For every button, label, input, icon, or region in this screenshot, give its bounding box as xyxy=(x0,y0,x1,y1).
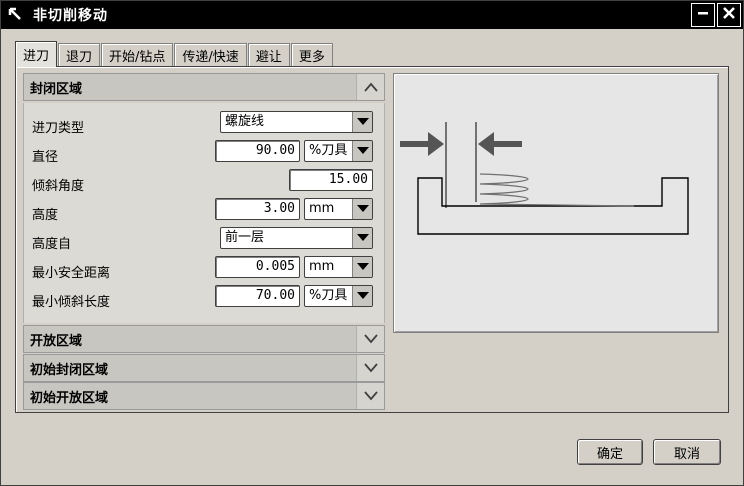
section-closed-area-body: 进刀类型 螺旋线 直径 90.00 %刀具 倾斜角度 15.00 高度 3.00… xyxy=(23,103,385,323)
tab-start-drill-point[interactable]: 开始/钻点 xyxy=(101,43,174,67)
row-ramp-angle: 倾斜角度 15.00 xyxy=(24,169,386,198)
section-initial-open-area-header[interactable]: 初始开放区域 xyxy=(23,382,385,410)
section-title: 封闭区域 xyxy=(30,81,83,97)
height-input[interactable]: 3.00 xyxy=(215,198,300,220)
entry-type-value: 螺旋线 xyxy=(225,114,265,129)
helical-entry-diagram xyxy=(400,122,689,235)
tab-retract[interactable]: 退刀 xyxy=(58,43,101,67)
tab-bar: 进刀 退刀 开始/钻点 传递/快速 避让 更多 xyxy=(15,41,334,67)
dropdown-arrow-icon[interactable] xyxy=(352,112,372,132)
min-clearance-input[interactable]: 0.005 xyxy=(215,256,300,278)
dropdown-arrow-icon[interactable] xyxy=(352,257,372,277)
chevron-up-icon[interactable] xyxy=(356,74,384,100)
section-open-area-header[interactable]: 开放区域 xyxy=(23,325,385,353)
height-from-select[interactable]: 前一层 xyxy=(220,227,373,249)
diameter-arrow-left xyxy=(400,132,444,156)
label-min-ramp-length: 最小倾斜长度 xyxy=(32,295,111,310)
close-button[interactable] xyxy=(717,3,741,27)
row-min-ramp-length: 最小倾斜长度 70.00 %刀具 xyxy=(24,285,386,314)
min-ramp-length-input[interactable]: 70.00 xyxy=(215,285,300,307)
section-title: 初始开放区域 xyxy=(30,390,109,406)
tab-more[interactable]: 更多 xyxy=(290,43,333,67)
label-diameter: 直径 xyxy=(32,150,59,165)
tab-transfer-rapid[interactable]: 传递/快速 xyxy=(174,43,247,67)
non-cutting-moves-dialog: 非切削移动 进刀 退刀 开始/钻点 传递/快速 避让 更多 封闭区域 进刀类型 … xyxy=(0,0,744,486)
section-closed-area-header[interactable]: 封闭区域 xyxy=(23,73,385,101)
diameter-arrow-right xyxy=(478,132,522,156)
entry-type-select[interactable]: 螺旋线 xyxy=(220,111,373,133)
pocket-outline xyxy=(417,177,689,235)
min-ramp-length-unit-value: %刀具 xyxy=(309,288,348,303)
row-height: 高度 3.00 mm xyxy=(24,198,386,227)
dropdown-arrow-icon[interactable] xyxy=(352,286,372,306)
window-title: 非切削移动 xyxy=(33,8,108,24)
helix-path xyxy=(479,173,635,207)
chevron-down-icon[interactable] xyxy=(356,355,384,381)
section-initial-closed-area-header[interactable]: 初始封闭区域 xyxy=(23,354,385,382)
cancel-button[interactable]: 取消 xyxy=(653,439,721,465)
label-height-from: 高度自 xyxy=(32,237,72,252)
ok-button[interactable]: 确定 xyxy=(577,439,643,465)
ramp-angle-input[interactable]: 15.00 xyxy=(289,169,373,191)
label-ramp-angle: 倾斜角度 xyxy=(32,179,85,194)
min-clearance-unit-select[interactable]: mm xyxy=(304,256,373,278)
minimize-button[interactable] xyxy=(691,3,715,27)
min-ramp-length-unit-select[interactable]: %刀具 xyxy=(304,285,373,307)
diameter-unit-value: %刀具 xyxy=(309,143,348,158)
helical-entry-preview xyxy=(393,73,719,333)
dropdown-arrow-icon[interactable] xyxy=(352,141,372,161)
chevron-down-icon[interactable] xyxy=(356,326,384,352)
min-clearance-unit-value: mm xyxy=(309,259,335,274)
title-bar: 非切削移动 xyxy=(1,1,743,29)
minimize-icon xyxy=(696,6,710,24)
height-unit-select[interactable]: mm xyxy=(304,198,373,220)
height-unit-value: mm xyxy=(309,201,335,216)
diameter-input[interactable]: 90.00 xyxy=(215,140,300,162)
row-entry-type: 进刀类型 螺旋线 xyxy=(24,111,386,140)
dropdown-arrow-icon[interactable] xyxy=(352,199,372,219)
height-from-value: 前一层 xyxy=(225,230,265,245)
close-icon xyxy=(722,6,736,24)
section-title: 开放区域 xyxy=(30,333,83,349)
label-entry-type: 进刀类型 xyxy=(32,121,85,136)
label-min-clearance: 最小安全距离 xyxy=(32,266,111,281)
row-min-clearance: 最小安全距离 0.005 mm xyxy=(24,256,386,285)
label-height: 高度 xyxy=(32,208,59,223)
parameters-pane: 封闭区域 进刀类型 螺旋线 直径 90.00 %刀具 倾斜角度 15.00 高度… xyxy=(23,73,385,411)
cursor-arrow-icon xyxy=(5,4,27,26)
row-diameter: 直径 90.00 %刀具 xyxy=(24,140,386,169)
row-height-from: 高度自 前一层 xyxy=(24,227,386,256)
tab-avoidance[interactable]: 避让 xyxy=(247,43,290,67)
section-title: 初始封闭区域 xyxy=(30,362,109,378)
chevron-down-icon[interactable] xyxy=(356,383,384,409)
diameter-unit-select[interactable]: %刀具 xyxy=(304,140,373,162)
tab-engage[interactable]: 进刀 xyxy=(15,41,58,67)
dropdown-arrow-icon[interactable] xyxy=(352,228,372,248)
